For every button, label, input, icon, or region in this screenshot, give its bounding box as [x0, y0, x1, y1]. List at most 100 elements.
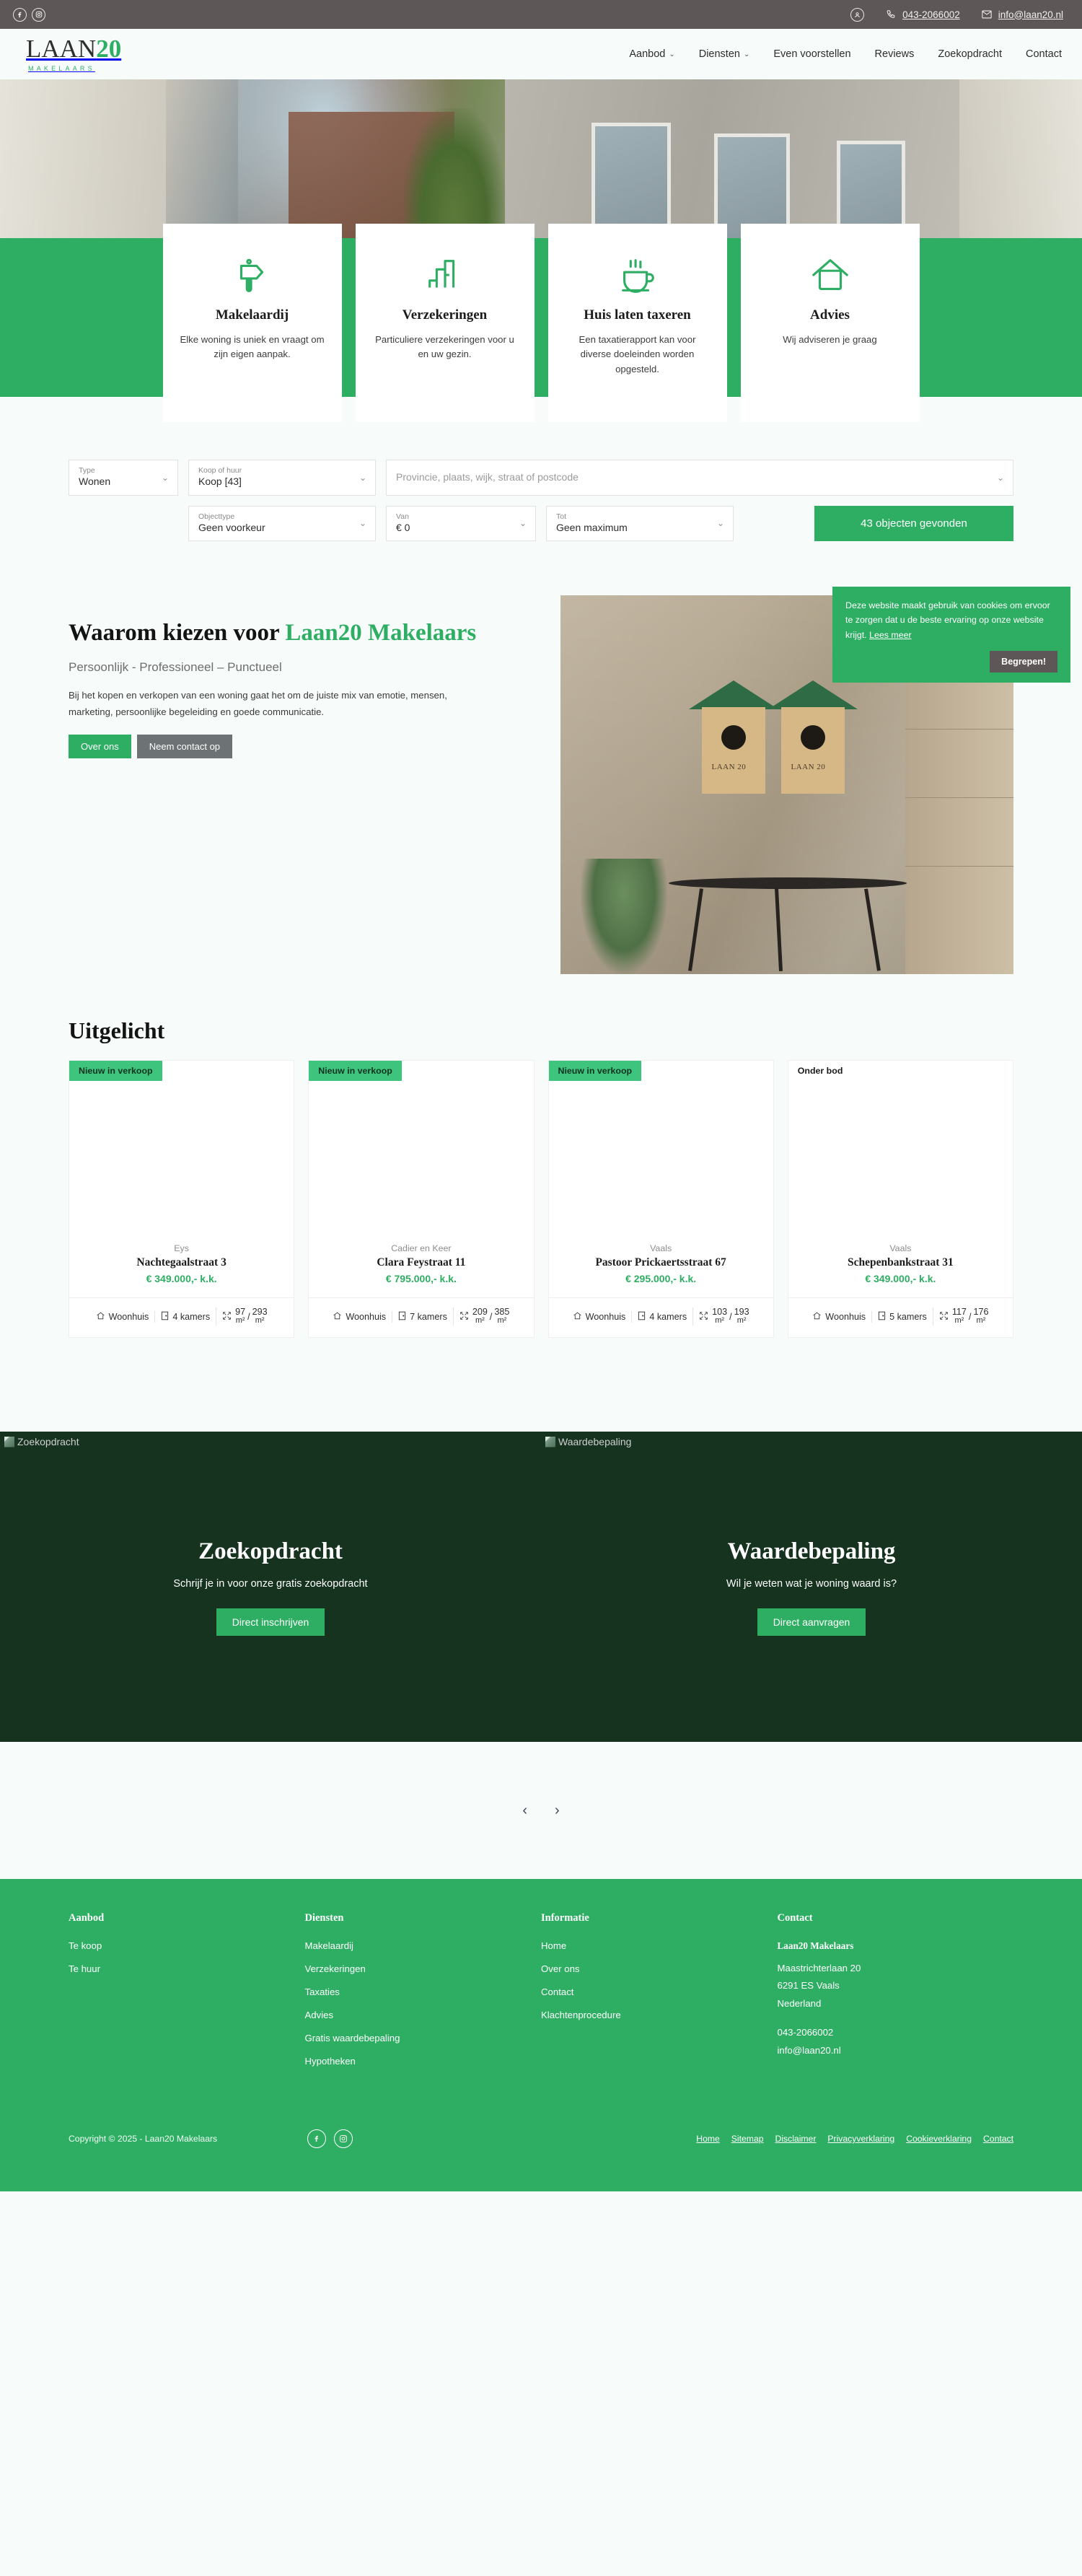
property-price: € 349.000,- k.k. — [146, 1273, 217, 1285]
area-arrows-icon — [222, 1311, 232, 1323]
legal-link-contact[interactable]: Contact — [983, 2134, 1013, 2144]
phone-link[interactable]: 043-2066002 — [886, 9, 960, 20]
footer-column-title: Contact — [777, 1912, 813, 1924]
filter-type-select[interactable]: Type Wonen ⌄ — [69, 460, 178, 496]
footer-link-klachtenprocedure[interactable]: Klachtenprocedure — [541, 2010, 778, 2020]
footer-phone[interactable]: 043-2066002 — [778, 2025, 1014, 2040]
footer-column-title: Aanbod — [69, 1912, 105, 1924]
service-card-text: Elke woning is uniek en vraagt om zijn e… — [180, 334, 325, 360]
chevron-down-icon: ⌄ — [359, 472, 366, 483]
footer-link-hypotheken[interactable]: Hypotheken — [305, 2056, 542, 2067]
filter-price-to-select[interactable]: Tot Geen maximum ⌄ — [546, 505, 734, 542]
nav-label: Diensten — [698, 48, 740, 60]
chevron-down-icon: ⌄ — [716, 518, 724, 529]
property-area: 209 m² / 385 m² — [452, 1307, 516, 1326]
broken-image-icon — [545, 1436, 555, 1447]
instagram-icon[interactable] — [334, 2129, 353, 2149]
property-type: Woonhuis — [327, 1311, 392, 1323]
footer-link-over-ons[interactable]: Over ons — [541, 1963, 778, 1974]
filter-type-value: Wonen — [79, 476, 111, 488]
nav-item-contact[interactable]: Contact — [1026, 48, 1062, 60]
cta-image-alt-text: Waardebepaling — [558, 1436, 632, 1448]
cookie-accept-button[interactable]: Begrepen! — [990, 651, 1057, 673]
footer-link-advies[interactable]: Advies — [305, 2010, 542, 2020]
footer-legal-links: Home Sitemap Disclaimer Privacyverklarin… — [696, 2134, 1013, 2144]
direct-inschrijven-button[interactable]: Direct inschrijven — [216, 1608, 325, 1636]
footer-link-verzekeringen[interactable]: Verzekeringen — [305, 1963, 542, 1974]
cookie-read-more-link[interactable]: Lees meer — [869, 630, 912, 640]
cta-image-alt-text: Zoekopdracht — [17, 1436, 79, 1448]
service-card-verzekeringen[interactable]: Verzekeringen Particuliere verzekeringen… — [355, 224, 535, 422]
footer-link-makelaardij[interactable]: Makelaardij — [305, 1940, 542, 1951]
property-image: Nieuw in verkoop — [309, 1061, 534, 1244]
living-area-unit: m² — [475, 1316, 485, 1326]
property-type: Woonhuis — [90, 1311, 155, 1323]
neem-contact-op-button[interactable]: Neem contact op — [136, 735, 233, 759]
footer-link-contact[interactable]: Contact — [541, 1986, 778, 1997]
property-type-label: Woonhuis — [346, 1311, 387, 1322]
property-card[interactable]: Nieuw in verkoop Cadier en Keer Clara Fe… — [308, 1060, 535, 1339]
footer-column-informatie: Informatie Home Over ons Contact Klachte… — [541, 1912, 778, 2079]
facebook-icon[interactable] — [307, 2129, 327, 2149]
property-rooms: 4 kamers — [631, 1310, 692, 1323]
property-city: Vaals — [650, 1243, 672, 1254]
legal-link-sitemap[interactable]: Sitemap — [731, 2134, 764, 2144]
property-card[interactable]: Onder bod Vaals Schepenbankstraat 31 € 3… — [787, 1060, 1013, 1339]
property-price: € 295.000,- k.k. — [625, 1273, 697, 1285]
property-card[interactable]: Nieuw in verkoop Eys Nachtegaalstraat 3 … — [69, 1060, 295, 1339]
nav-item-even-voorstellen[interactable]: Even voorstellen — [773, 48, 850, 60]
carousel-prev-button[interactable]: ‹ — [522, 1802, 527, 1819]
footer-link-te-huur[interactable]: Te huur — [69, 1963, 305, 1974]
footer-link-home[interactable]: Home — [541, 1940, 778, 1951]
footer-column-aanbod: Aanbod Te koop Te huur — [69, 1912, 305, 2079]
plot-area-unit: m² — [497, 1316, 507, 1326]
legal-link-home[interactable]: Home — [696, 2134, 720, 2144]
filter-price-from-select[interactable]: Van € 0 ⌄ — [386, 505, 536, 542]
filter-van-label: Van — [396, 512, 409, 521]
legal-link-privacyverklaring[interactable]: Privacyverklaring — [827, 2134, 894, 2144]
legal-link-cookieverklaring[interactable]: Cookieverklaring — [906, 2134, 972, 2144]
footer-link-gratis-waardebepaling[interactable]: Gratis waardebepaling — [305, 2033, 542, 2043]
service-card-makelaardij[interactable]: Makelaardij Elke woning is uniek en vraa… — [162, 224, 342, 422]
over-ons-button[interactable]: Over ons — [69, 735, 131, 759]
nav-item-zoekopdracht[interactable]: Zoekopdracht — [938, 48, 1002, 60]
property-area: 117 m² / 176 m² — [932, 1307, 995, 1326]
user-circle-icon[interactable] — [850, 7, 865, 22]
footer-link-taxaties[interactable]: Taxaties — [305, 1986, 542, 1997]
cta-subtitle: Schrijf je in voor onze gratis zoekopdra… — [173, 1577, 368, 1590]
property-rooms-label: 7 kamers — [410, 1311, 447, 1322]
envelope-icon — [982, 10, 992, 19]
filter-koop-of-huur-select[interactable]: Koop of huur Koop [43] ⌄ — [188, 460, 376, 496]
carousel-next-button[interactable]: › — [555, 1802, 560, 1819]
footer-street: Maastrichterlaan 20 — [777, 1963, 861, 1974]
filter-koop-value: Koop [43] — [198, 476, 242, 488]
legal-link-disclaimer[interactable]: Disclaimer — [775, 2134, 817, 2144]
filter-objecttype-select[interactable]: Objecttype Geen voorkeur ⌄ — [188, 505, 376, 542]
phone-icon — [886, 9, 896, 19]
facebook-icon[interactable] — [13, 7, 27, 22]
instagram-icon[interactable] — [32, 7, 45, 22]
direct-aanvragen-button[interactable]: Direct aanvragen — [757, 1608, 866, 1636]
email-link[interactable]: info@laan20.nl — [982, 9, 1063, 20]
property-card[interactable]: Nieuw in verkoop Vaals Pastoor Prickaert… — [547, 1060, 774, 1339]
nav-label: Reviews — [874, 48, 915, 60]
featured-properties-section: Uitgelicht Nieuw in verkoop Eys Nachtega… — [69, 1017, 1013, 1339]
filter-location-input[interactable]: Provincie, plaats, wijk, straat of postc… — [386, 460, 1013, 496]
filter-type-label: Type — [79, 466, 95, 475]
nav-item-diensten[interactable]: Diensten ⌄ — [699, 48, 750, 60]
house-icon — [333, 1311, 342, 1323]
nav-item-reviews[interactable]: Reviews — [875, 48, 915, 60]
footer-link-te-koop[interactable]: Te koop — [69, 1940, 305, 1951]
signpost-icon — [230, 245, 275, 307]
site-logo[interactable]: LAAN20 MAKELAARS — [26, 36, 121, 72]
footer-email[interactable]: info@laan20.nl — [778, 2043, 1014, 2058]
service-cards-row: Makelaardij Elke woning is uniek en vraa… — [0, 224, 1082, 422]
nav-item-aanbod[interactable]: Aanbod ⌄ — [629, 48, 674, 60]
service-card-huis-laten-taxeren[interactable]: Huis laten taxeren Een taxatierapport ka… — [547, 224, 727, 422]
service-card-advies[interactable]: Advies Wij adviseren je graag Lees meer — [740, 224, 920, 422]
search-results-button[interactable]: 43 objecten gevonden — [814, 505, 1013, 542]
bar-chart-icon — [423, 245, 467, 307]
property-type: Woonhuis — [806, 1311, 871, 1323]
filter-tot-value: Geen maximum — [556, 521, 628, 533]
property-city: Eys — [174, 1243, 189, 1254]
